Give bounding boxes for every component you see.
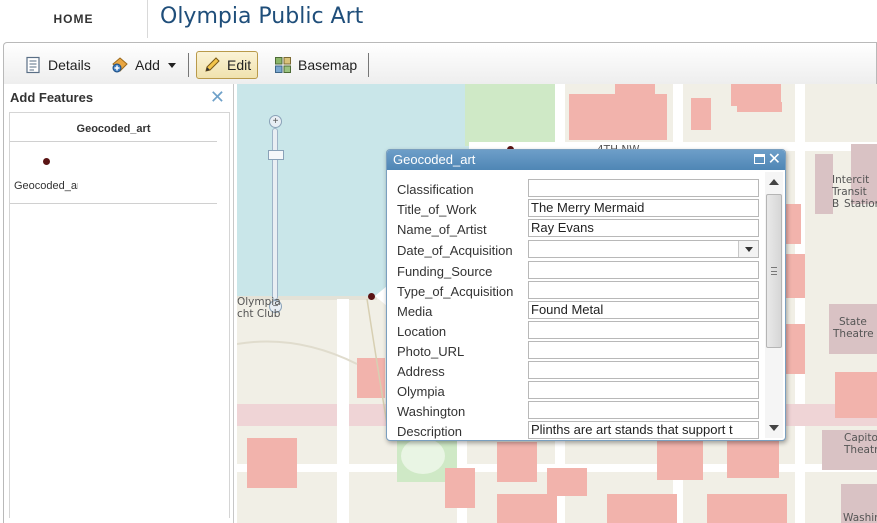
map-label-state-theatre: Theatre [833, 328, 874, 340]
maximize-icon[interactable] [754, 154, 765, 164]
app-title: Olympia Public Art [160, 4, 364, 29]
attribute-form: Classification Title_of_Work The Merry M… [387, 171, 763, 439]
layer-name: Geocoded_art [76, 123, 151, 135]
title-of-work-field[interactable]: The Merry Mermaid [528, 199, 759, 217]
popup-scrollbar[interactable] [765, 172, 783, 438]
edit-label: Edit [227, 57, 252, 73]
field-label: Classification [397, 182, 474, 197]
field-row: Funding_Source [397, 260, 763, 280]
toolbar: Details Add Edit Basemap [3, 42, 877, 84]
home-tab[interactable]: HOME [0, 0, 148, 38]
basemap-label: Basemap [298, 57, 358, 73]
map-label-washington: Washin [843, 512, 877, 523]
field-label: Location [397, 324, 447, 339]
field-row: Description Plinths are art stands that … [397, 420, 763, 439]
toolbar-divider [368, 53, 369, 77]
classification-field[interactable] [528, 179, 759, 197]
field-label: Media [397, 304, 433, 319]
field-row: Title_of_Work The Merry Mermaid [397, 198, 763, 218]
field-label: Photo_URL [397, 344, 465, 359]
field-row: Name_of_Artist Ray Evans [397, 218, 763, 238]
map-label-transit: Station [844, 198, 877, 210]
grip-icon [771, 267, 777, 275]
map-label-state-theatre: State [839, 316, 867, 328]
details-button[interactable]: Details [18, 51, 97, 79]
zoom-slider-handle[interactable] [268, 150, 284, 160]
field-row: Date_of_Acquisition [397, 239, 763, 259]
basemap-icon [274, 56, 292, 74]
map-label-yacht-club: Olympia [237, 296, 281, 308]
field-row: Location [397, 320, 763, 340]
field-label: Washington [397, 404, 466, 419]
field-row: Olympia [397, 380, 763, 400]
field-label: Description [397, 424, 463, 439]
details-icon [24, 56, 42, 74]
add-features-panel: Add Features ✕ Geocoded_art Geocoded_art [3, 84, 234, 523]
field-row: Photo_URL [397, 340, 763, 360]
field-row: Washington [397, 400, 763, 420]
popup-header: Geocoded_art ✕ [387, 150, 785, 170]
washington-field[interactable] [528, 401, 759, 419]
map-label-transit: Intercit [832, 174, 870, 186]
field-label: Name_of_Artist [397, 222, 487, 237]
scroll-down-icon[interactable] [769, 425, 779, 431]
olympia-field[interactable] [528, 381, 759, 399]
chevron-down-icon[interactable] [738, 241, 758, 257]
template-picker: Geocoded_art Geocoded_art [9, 112, 230, 518]
description-field[interactable]: Plinths are art stands that support t [528, 421, 759, 439]
pencil-icon [203, 56, 221, 74]
art-feature-point[interactable] [368, 293, 375, 300]
basemap-button[interactable]: Basemap [268, 51, 363, 79]
field-label: Address [397, 364, 445, 379]
popup-title: Geocoded_art [393, 152, 476, 167]
template-label[interactable]: Geocoded_art [14, 180, 78, 192]
details-label: Details [48, 57, 91, 73]
close-icon[interactable]: ✕ [210, 88, 225, 106]
add-icon [111, 56, 129, 74]
panel-title: Add Features [10, 90, 94, 105]
scrollbar-thumb[interactable] [766, 194, 782, 348]
field-label: Type_of_Acquisition [397, 284, 514, 299]
map-label-capitol-theatre: Capito [844, 432, 877, 444]
scroll-up-icon[interactable] [769, 179, 779, 185]
photo-url-field[interactable] [528, 341, 759, 359]
field-label: Funding_Source [397, 264, 493, 279]
toolbar-divider [188, 53, 189, 77]
field-row: Classification [397, 178, 763, 198]
attribute-popup: Geocoded_art ✕ Classification Title_of_W… [386, 149, 786, 441]
close-icon[interactable]: ✕ [768, 150, 781, 169]
field-row: Address [397, 360, 763, 380]
edit-button[interactable]: Edit [196, 51, 259, 79]
map-label-capitol-theatre: Theatr [844, 444, 877, 456]
chevron-down-icon [167, 62, 176, 68]
field-row: Type_of_Acquisition [397, 280, 763, 300]
map-label-yacht-club: cht Club [237, 308, 281, 320]
field-row: Media Found Metal [397, 300, 763, 320]
type-of-acquisition-field[interactable] [528, 281, 759, 299]
field-label: Date_of_Acquisition [397, 243, 513, 258]
divider [10, 203, 217, 204]
field-label: Olympia [397, 384, 445, 399]
divider [10, 141, 217, 142]
add-label: Add [135, 57, 160, 73]
date-of-acquisition-field[interactable] [528, 240, 759, 258]
zoom-in-button[interactable]: + [269, 115, 282, 128]
name-of-artist-field[interactable]: Ray Evans [528, 219, 759, 237]
media-field[interactable]: Found Metal [528, 301, 759, 319]
address-field[interactable] [528, 361, 759, 379]
location-field[interactable] [528, 321, 759, 339]
funding-source-field[interactable] [528, 261, 759, 279]
point-symbol-icon[interactable] [43, 158, 50, 165]
add-button[interactable]: Add [105, 51, 182, 79]
park-area [465, 84, 555, 146]
field-label: Title_of_Work [397, 202, 477, 217]
